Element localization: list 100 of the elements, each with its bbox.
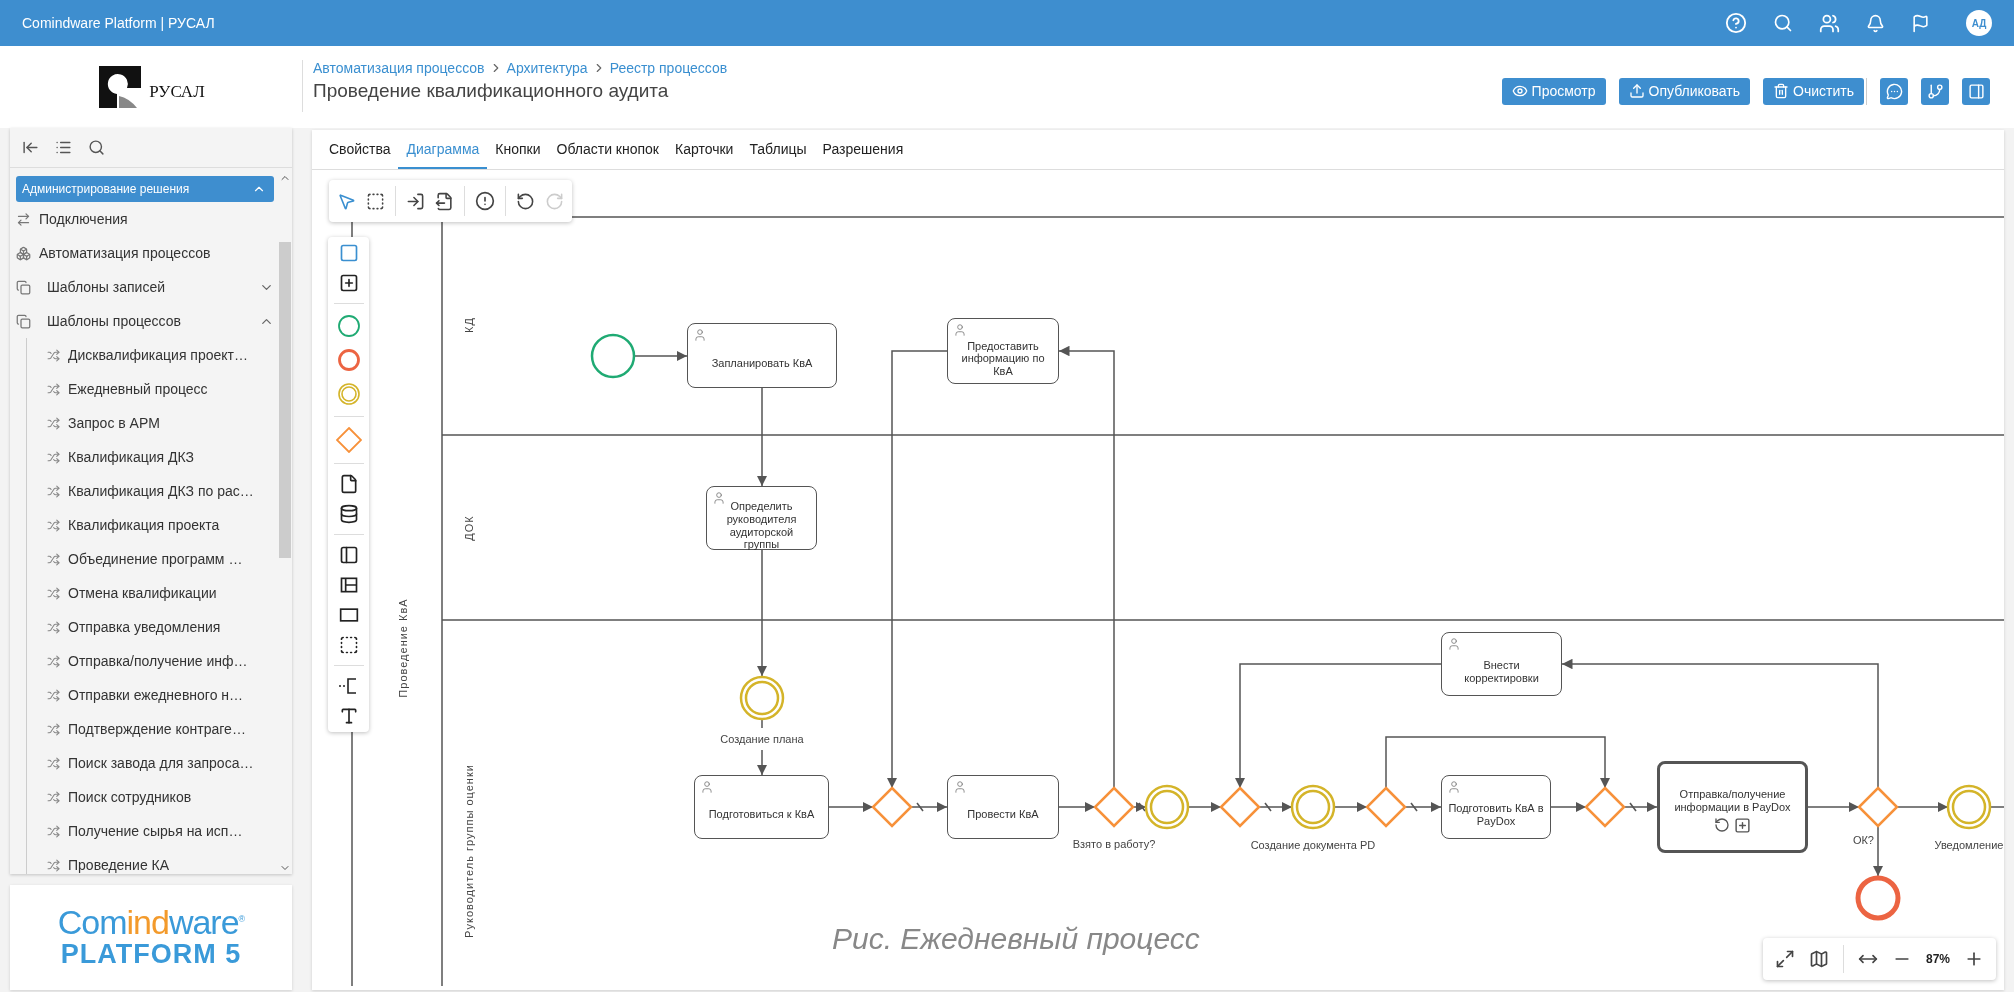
gateway-label: Взято в работу? — [1072, 838, 1156, 850]
expand-icon — [1734, 817, 1751, 835]
subprocess-label: Отправка/получение информации в PayDox — [1673, 787, 1792, 814]
breadcrumb-link[interactable]: Автоматизация процессов — [313, 60, 485, 76]
sidebar-item[interactable]: Ежедневный процесс — [27, 372, 274, 406]
sidebar-item[interactable]: Автоматизация процессов — [16, 236, 274, 270]
tab[interactable]: Карточки — [667, 130, 742, 169]
subprocess-icon[interactable] — [338, 273, 359, 293]
publish-button[interactable]: Опубликовать — [1618, 77, 1751, 105]
copy-icon — [16, 279, 31, 295]
tab[interactable]: Разрешения — [814, 130, 912, 169]
tab[interactable]: Области кнопок — [548, 130, 667, 169]
task-icon[interactable] — [338, 243, 359, 263]
item-label: Отмена квалификации — [68, 585, 218, 601]
logo-text: РУСАЛ — [149, 82, 205, 102]
tab[interactable]: Кнопки — [487, 130, 549, 169]
item-label: Поиск сотрудников — [68, 789, 193, 805]
search-icon[interactable] — [1773, 13, 1793, 33]
view-button[interactable]: Просмотр — [1501, 77, 1606, 105]
breadcrumb-link[interactable]: Реестр процессов — [609, 60, 728, 76]
sidebar-item[interactable]: Подключения — [16, 202, 274, 236]
panel-button[interactable] — [1962, 77, 1990, 105]
map-icon[interactable] — [1808, 949, 1829, 969]
section-header[interactable]: Администрирование решения — [16, 176, 274, 202]
group-icon[interactable] — [338, 635, 359, 655]
undo-icon[interactable] — [516, 191, 535, 211]
arrows-icon — [16, 211, 31, 227]
clear-button[interactable]: Очистить — [1763, 77, 1864, 105]
branch-button[interactable] — [1921, 77, 1949, 105]
sidebar-item[interactable]: Запрос в АРМ — [27, 406, 274, 440]
task-label: Провести КвА — [966, 808, 1040, 821]
sidebar-item[interactable]: Отмена квалификации — [27, 576, 274, 610]
item-label: Дисквалификация проект… — [68, 347, 249, 363]
shuffle-icon — [47, 620, 60, 634]
tab[interactable]: Свойства — [321, 130, 399, 169]
item-label: Объединение программ … — [68, 551, 244, 567]
user-avatar[interactable]: АД — [1966, 10, 1992, 36]
sidebar-item[interactable]: Отправка/получение инф… — [27, 644, 274, 678]
bell-icon[interactable] — [1866, 13, 1885, 33]
sidebar-item[interactable]: Объединение программ … — [27, 542, 274, 576]
user-icon — [953, 323, 967, 337]
end-event — [1855, 875, 1901, 921]
users-icon[interactable] — [1819, 12, 1840, 34]
gateway — [871, 786, 913, 828]
sidebar-item[interactable]: Проведение КА — [27, 848, 274, 874]
lasso-icon[interactable] — [366, 191, 385, 211]
pool-icon[interactable] — [338, 545, 359, 565]
sequence-flow — [1333, 801, 1368, 813]
event-label: Создание плана — [720, 733, 804, 745]
section-label: Администрирование решения — [22, 182, 190, 196]
task-label: Определить руководителя аудиторской группы — [725, 500, 798, 551]
gateway — [1584, 786, 1626, 828]
lane-icon[interactable] — [338, 575, 359, 595]
sidebar-item[interactable]: Подтверждение контраге… — [27, 712, 274, 746]
collapse-icon[interactable] — [22, 139, 39, 156]
zoom-value: 87% — [1925, 952, 1950, 966]
item-label: Отправки ежедневного н… — [68, 687, 245, 703]
sequence-flow — [1896, 801, 1949, 813]
sidebar-item[interactable]: Поиск завода для запроса… — [27, 746, 274, 780]
sidebar-item[interactable]: Квалификация проекта — [27, 508, 274, 542]
task-label: Подготовить КвА в PayDox — [1447, 801, 1545, 828]
validate-icon[interactable] — [475, 191, 495, 211]
sidebar-item[interactable]: Поиск сотрудников — [27, 780, 274, 814]
rectangle-icon[interactable] — [338, 605, 359, 625]
pointer-icon[interactable] — [337, 191, 356, 211]
figure-caption: Рис. Ежедневный процесс — [832, 922, 1200, 956]
shuffle-icon — [47, 824, 60, 838]
eye-icon — [1511, 83, 1528, 99]
end-event-icon[interactable] — [336, 348, 361, 372]
sidebar-item[interactable]: Дисквалификация проект… — [27, 338, 274, 372]
sidebar-item[interactable]: Получение сырья на исп… — [27, 814, 274, 848]
sidebar-item[interactable]: Квалификация ДКЗ — [27, 440, 274, 474]
list-icon[interactable] — [55, 139, 72, 156]
start-event-icon[interactable] — [336, 314, 361, 338]
comments-button[interactable] — [1880, 77, 1908, 105]
event-label: Уведомление — [1934, 839, 2004, 851]
user-icon — [693, 328, 707, 342]
search-icon[interactable] — [88, 139, 105, 156]
tab[interactable]: Таблицы — [741, 130, 815, 169]
help-icon[interactable] — [1725, 12, 1747, 34]
item-label: Отправка уведомления — [68, 619, 222, 635]
item-label: Проведение КА — [68, 857, 171, 873]
shuffle-icon — [47, 450, 60, 464]
trash-icon — [1773, 83, 1790, 99]
import-icon[interactable] — [406, 191, 425, 211]
database-icon[interactable] — [338, 504, 359, 524]
task-label: Запланировать КвА — [710, 356, 814, 370]
breadcrumb-link[interactable]: Архитектура — [506, 60, 588, 76]
flag-icon[interactable] — [1911, 13, 1930, 33]
item-label: Ежедневный процесс — [68, 381, 209, 397]
lane-label: ДОК — [463, 515, 475, 541]
export-icon[interactable] — [435, 191, 454, 211]
sidebar-item[interactable]: Квалификация ДКЗ по рас… — [27, 474, 274, 508]
sidebar-item[interactable]: Шаблоны процессов — [16, 304, 274, 338]
item-label: Шаблоны процессов — [47, 313, 182, 329]
sidebar-item[interactable]: Отправки ежедневного н… — [27, 678, 274, 712]
branch-icon — [1926, 82, 1944, 100]
sidebar-item[interactable]: Отправка уведомления — [27, 610, 274, 644]
fullscreen-icon[interactable] — [1774, 949, 1795, 969]
sidebar-item[interactable]: Шаблоны записей — [16, 270, 274, 304]
